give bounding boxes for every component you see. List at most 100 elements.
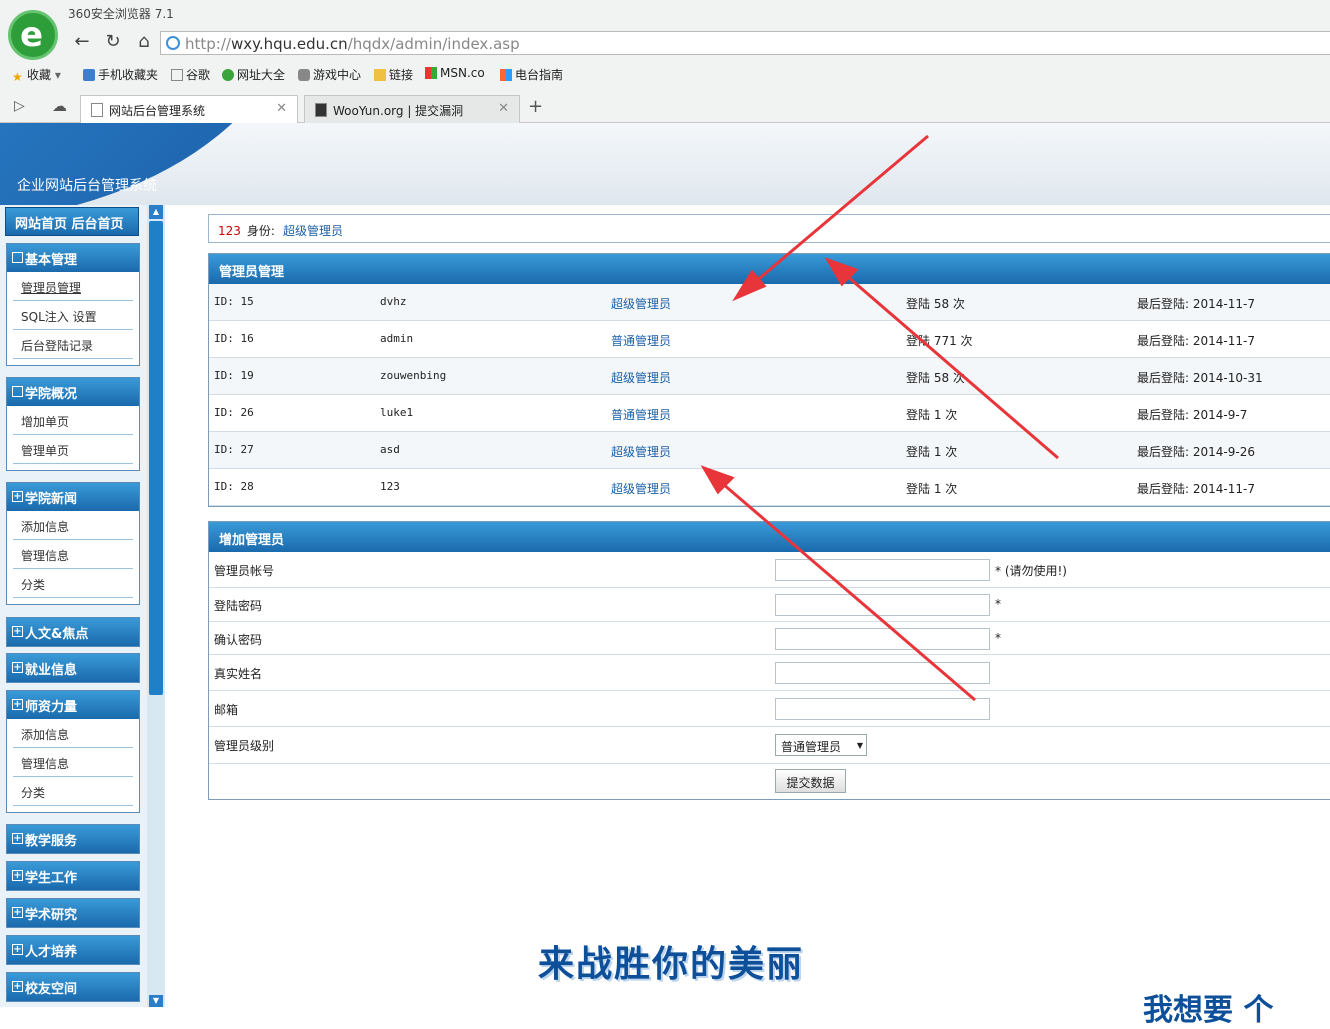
bookmark-games[interactable]: 游戏中心	[298, 66, 361, 83]
identity-label: 身份:	[246, 224, 275, 238]
field-label: 确认密码	[214, 633, 263, 647]
scroll-down-icon[interactable]: ▼	[149, 995, 163, 1007]
admin-role-link[interactable]: 超级管理员	[611, 480, 671, 497]
required-note: * (请勿使用!)	[995, 564, 1067, 578]
sidebar-group-title: 校友空间	[25, 982, 78, 997]
submit-button[interactable]: 提交数据	[775, 769, 846, 793]
sidebar-group-header[interactable]: + 人文&焦点	[7, 618, 139, 646]
tab-label: 网站后台管理系统	[109, 104, 206, 118]
admin-name: zouwenbing	[380, 369, 447, 382]
tab-wooyun[interactable]: WooYun.org | 提交漏洞 ✕	[304, 95, 520, 123]
sidebar-group-title: 基本管理	[25, 253, 78, 268]
sidebar-item[interactable]: 管理信息	[13, 540, 133, 569]
sidebar-group-header[interactable]: 学院概况	[7, 378, 139, 406]
sidebar-item[interactable]: 添加信息	[13, 511, 133, 540]
text-input[interactable]	[775, 628, 990, 650]
expand-icon: +	[12, 491, 23, 502]
table-row: ID: 16 admin 普通管理员 登陆 771 次 最后登陆: 2014-11-7	[209, 321, 1330, 358]
address-bar[interactable]: http://wxy.hqu.edu.cn/hqdx/admin/index.a…	[160, 31, 1330, 55]
expand-icon: +	[12, 662, 23, 673]
wooyun-icon	[315, 103, 327, 117]
sidebar-group-title: 人才培养	[25, 945, 78, 960]
sidebar-group: + 校友空间	[6, 972, 140, 1002]
sidebar-item[interactable]: 增加单页	[13, 406, 133, 435]
sidebar-toggle-icon[interactable]: ▷	[14, 98, 25, 114]
admin-management-panel: 管理员管理 ID: 15 dvhz 超级管理员 登陆 58 次最后登陆: 2014-1…	[208, 253, 1330, 507]
sidebar-group-header[interactable]: + 学生工作	[7, 862, 139, 890]
sidebar-item[interactable]: 管理员管理	[13, 272, 133, 301]
sidebar-group-header[interactable]: + 就业信息	[7, 654, 139, 682]
sidebar-group-header[interactable]: + 人才培养	[7, 936, 139, 964]
bookmark-mobile[interactable]: 手机收藏夹	[83, 66, 158, 83]
text-input[interactable]	[775, 698, 990, 720]
sidebar-scrollbar[interactable]: ▲ ▼	[147, 205, 165, 1007]
sidebar-group: + 教学服务	[6, 824, 140, 854]
sidebar-item[interactable]: 管理单页	[13, 435, 133, 464]
tab-label: WooYun.org | 提交漏洞	[333, 104, 464, 118]
scrollbar-thumb[interactable]	[149, 221, 163, 695]
text-input[interactable]	[775, 559, 990, 581]
sidebar-item[interactable]: 分类	[13, 569, 133, 598]
browser-logo-icon: e	[8, 10, 58, 60]
expand-icon: +	[12, 981, 23, 992]
bookmark-favorites[interactable]: ★ 收藏 ▾	[12, 66, 61, 84]
bookmark-hao[interactable]: 网址大全	[222, 66, 285, 83]
admin-role-link[interactable]: 普通管理员	[611, 406, 671, 423]
url-host: wxy.hqu.edu.cn	[230, 35, 348, 53]
field-label: 管理员级别	[214, 739, 275, 753]
slogan-partial: 我想要 个	[1143, 993, 1274, 1028]
bookmark-google[interactable]: 谷歌	[171, 66, 210, 83]
cloud-icon[interactable]: ☁	[52, 97, 67, 115]
admin-name: 123	[380, 480, 400, 493]
scroll-up-icon[interactable]: ▲	[149, 205, 163, 219]
tab-admin[interactable]: 网站后台管理系统 ✕	[80, 95, 298, 123]
bookmark-radio[interactable]: 电台指南	[500, 66, 563, 83]
sidebar-group-header[interactable]: + 教学服务	[7, 825, 139, 853]
admin-id: ID: 19	[214, 369, 254, 382]
admin-id: ID: 16	[214, 332, 254, 345]
sidebar-item[interactable]: 分类	[13, 777, 133, 806]
identity-bar: 123 身份: 超级管理员	[208, 214, 1330, 243]
admin-role-link[interactable]: 超级管理员	[611, 295, 671, 312]
sidebar-group-title: 学生工作	[25, 871, 78, 886]
admin-role-link[interactable]: 超级管理员	[611, 443, 671, 460]
admin-id: ID: 26	[214, 406, 254, 419]
admin-id: ID: 27	[214, 443, 254, 456]
new-tab-button[interactable]: +	[528, 96, 543, 117]
sidebar-group: + 学术研究	[6, 898, 140, 928]
admin-role-link[interactable]: 普通管理员	[611, 332, 671, 349]
sidebar-item[interactable]: 管理信息	[13, 748, 133, 777]
sidebar-group-header[interactable]: + 师资力量	[7, 691, 139, 719]
sidebar-group-title: 就业信息	[25, 663, 78, 678]
text-input[interactable]	[775, 662, 990, 684]
text-input[interactable]	[775, 594, 990, 616]
sidebar-group-header[interactable]: + 校友空间	[7, 973, 139, 1001]
form-row: 真实姓名	[209, 655, 1330, 691]
home-icon[interactable]: ⌂	[132, 31, 156, 53]
url-path: /hqdx/admin/index.asp	[347, 35, 520, 53]
close-icon[interactable]: ✕	[276, 101, 287, 116]
sidebar-group-header[interactable]: + 学术研究	[7, 899, 139, 927]
admin-last-login: 最后登陆: 2014-11-7	[1137, 297, 1255, 311]
sidebar-item[interactable]: SQL注入 设置	[13, 301, 133, 330]
sidebar-group: + 学院新闻 添加信息 管理信息 分类	[6, 482, 140, 605]
admin-level-select[interactable]: 普通管理员 ▼	[775, 734, 867, 756]
admin-role-link[interactable]: 超级管理员	[611, 369, 671, 386]
expand-icon: +	[12, 907, 23, 918]
form-row: 登陆密码 *	[209, 588, 1330, 622]
bookmarks-bar: ★ 收藏 ▾ 手机收藏夹 谷歌 网址大全 游戏中心 链接 MSN.co 电台指南	[0, 63, 1330, 85]
bookmark-links[interactable]: 链接	[374, 66, 413, 83]
expand-icon: +	[12, 833, 23, 844]
sidebar-item[interactable]: 添加信息	[13, 719, 133, 748]
sidebar-group: + 就业信息	[6, 653, 140, 683]
identity-role[interactable]: 超级管理员	[283, 224, 343, 238]
sidebar-group-header[interactable]: 基本管理	[7, 244, 139, 272]
sidebar-group: 基本管理管理员管理 SQL注入 设置 后台登陆记录	[6, 243, 140, 366]
bookmark-msn[interactable]: MSN.co	[425, 66, 485, 80]
refresh-icon[interactable]: ↻	[101, 31, 125, 53]
close-icon[interactable]: ✕	[498, 101, 509, 116]
sidebar-home-links[interactable]: 网站首页 后台首页	[5, 207, 139, 236]
back-arrow-icon[interactable]: ←	[70, 31, 94, 53]
sidebar-group-header[interactable]: + 学院新闻	[7, 483, 139, 511]
sidebar-item[interactable]: 后台登陆记录	[13, 330, 133, 359]
